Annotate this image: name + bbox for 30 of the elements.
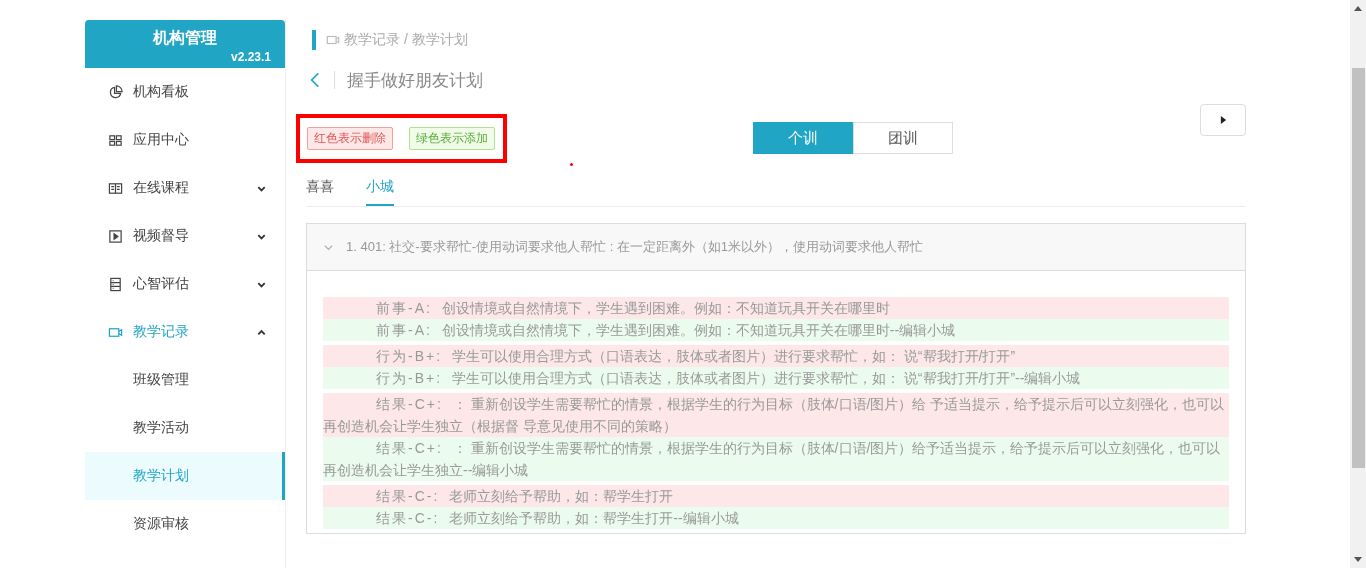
play-icon [108, 228, 123, 244]
sidebar-item[interactable]: 在线课程 [85, 164, 285, 212]
tab[interactable]: 喜喜 [306, 174, 334, 206]
app-title: 机构管理 [153, 28, 217, 48]
sidebar-item[interactable]: 视频督导 [85, 212, 285, 260]
grid-icon [108, 132, 123, 148]
pie-chart-icon [108, 84, 123, 100]
scrollbar[interactable] [1350, 0, 1366, 568]
play-button[interactable] [1200, 104, 1246, 136]
sidebar-item[interactable]: 心智评估 [85, 260, 285, 308]
back-icon[interactable] [310, 71, 320, 89]
sidebar-subitem[interactable]: 资源审核 [85, 500, 285, 548]
list-icon [108, 276, 123, 292]
book-icon [108, 180, 123, 196]
sidebar-item[interactable]: 机构看板 [85, 68, 285, 116]
sidebar-item[interactable]: 应用中心 [85, 116, 285, 164]
scroll-up-icon[interactable] [1354, 6, 1362, 11]
mode-toggle-button[interactable]: 团训 [853, 122, 953, 154]
sidebar-subitem[interactable]: 班级管理 [85, 356, 285, 404]
legend-tag: 红色表示删除 [307, 126, 393, 150]
sidebar-subitem[interactable]: 教学活动 [85, 404, 285, 452]
breadcrumb: 教学记录 / 教学计划 [344, 31, 468, 49]
scrollbar-thumb[interactable] [1352, 68, 1365, 468]
legend-tag: 绿色表示添加 [409, 126, 495, 150]
annotation-dot [570, 163, 573, 166]
video-icon [326, 33, 340, 47]
version-label: v2.23.1 [230, 50, 271, 64]
page-title: 握手做好朋友计划 [347, 69, 483, 92]
scroll-down-icon[interactable] [1354, 557, 1362, 562]
play-icon [1219, 115, 1227, 125]
